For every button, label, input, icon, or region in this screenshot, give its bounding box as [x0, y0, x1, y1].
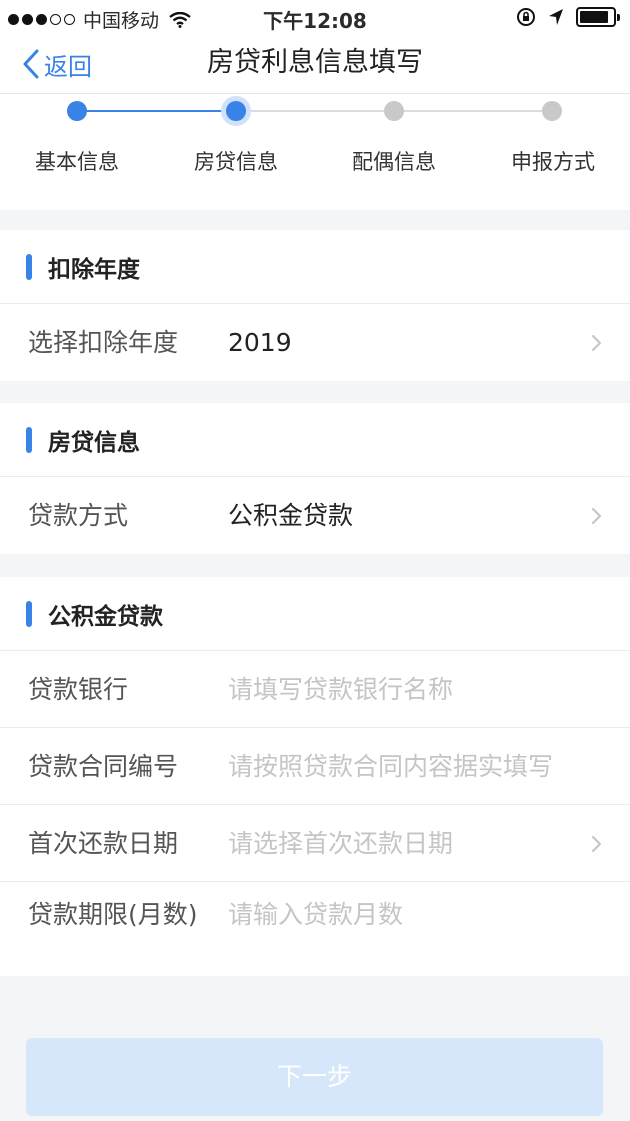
chevron-right-icon: [592, 335, 601, 351]
section-title: 房贷信息: [48, 429, 140, 456]
loan-contract-number-field[interactable]: 贷款合同编号 请按照贷款合同内容据实填写: [0, 728, 630, 805]
step-dot-loan: [226, 101, 246, 121]
section-loan-info: 房贷信息 贷款方式 公积金贷款: [0, 403, 630, 554]
step-label-spouse: 配偶信息: [352, 150, 436, 174]
step-label-loan: 房贷信息: [194, 150, 278, 174]
row-label: 贷款期限(月数): [28, 900, 198, 929]
progress-stepper: 基本信息 房贷信息 配偶信息 申报方式: [0, 94, 630, 210]
step-dot-basic: [67, 101, 87, 121]
location-icon: [549, 9, 563, 25]
section-title: 扣除年度: [48, 256, 140, 283]
row-label: 贷款合同编号: [28, 752, 179, 781]
step-label-basic: 基本信息: [35, 150, 119, 174]
row-label: 首次还款日期: [28, 829, 179, 858]
status-bar: 中国移动 下午12:08: [0, 0, 630, 36]
loan-term-input[interactable]: 请输入贷款月数: [228, 898, 403, 932]
section-title: 公积金贷款: [48, 603, 163, 630]
section-header: 房贷信息: [0, 403, 630, 477]
step-label-declare: 申报方式: [511, 150, 595, 174]
section-header: 公积金贷款: [0, 577, 630, 651]
rotation-lock-icon: [517, 8, 535, 26]
step-dot-declare: [542, 101, 562, 121]
first-repayment-date-picker[interactable]: 请选择首次还款日期: [228, 827, 453, 861]
first-repayment-date-row[interactable]: 首次还款日期 请选择首次还款日期: [0, 805, 630, 882]
step-connector-3: [394, 110, 552, 112]
step-connector-2: [236, 110, 394, 112]
section-accent-bar: [26, 600, 32, 627]
navigation-bar: 返回 房贷利息信息填写: [0, 36, 630, 94]
step-connector-1: [77, 110, 236, 112]
next-step-button[interactable]: 下一步: [26, 1038, 603, 1116]
loan-bank-input[interactable]: 请填写贷款银行名称: [228, 673, 453, 707]
section-deduction-year: 扣除年度 选择扣除年度 2019: [0, 230, 630, 381]
section-provident-fund-loan: 公积金贷款 贷款银行 请填写贷款银行名称 贷款合同编号 请按照贷款合同内容据实填…: [0, 577, 630, 976]
row-label: 贷款方式: [28, 501, 129, 530]
section-accent-bar: [26, 426, 32, 453]
row-value: 公积金贷款: [228, 501, 354, 530]
row-label: 选择扣除年度: [28, 328, 179, 357]
battery-icon: [576, 7, 620, 27]
chevron-right-icon: [592, 508, 601, 524]
row-label: 贷款银行: [28, 675, 129, 704]
loan-term-field[interactable]: 贷款期限(月数) 请输入贷款月数: [0, 882, 630, 976]
row-value: 2019: [228, 328, 292, 357]
chevron-right-icon: [592, 836, 601, 852]
section-header: 扣除年度: [0, 230, 630, 304]
loan-bank-field[interactable]: 贷款银行 请填写贷款银行名称: [0, 651, 630, 728]
step-dot-spouse: [384, 101, 404, 121]
loan-contract-number-input[interactable]: 请按照贷款合同内容据实填写: [228, 750, 553, 784]
select-deduction-year-row[interactable]: 选择扣除年度 2019: [0, 304, 630, 381]
loan-type-row[interactable]: 贷款方式 公积金贷款: [0, 477, 630, 554]
section-accent-bar: [26, 253, 32, 280]
page-title: 房贷利息信息填写: [207, 47, 423, 78]
